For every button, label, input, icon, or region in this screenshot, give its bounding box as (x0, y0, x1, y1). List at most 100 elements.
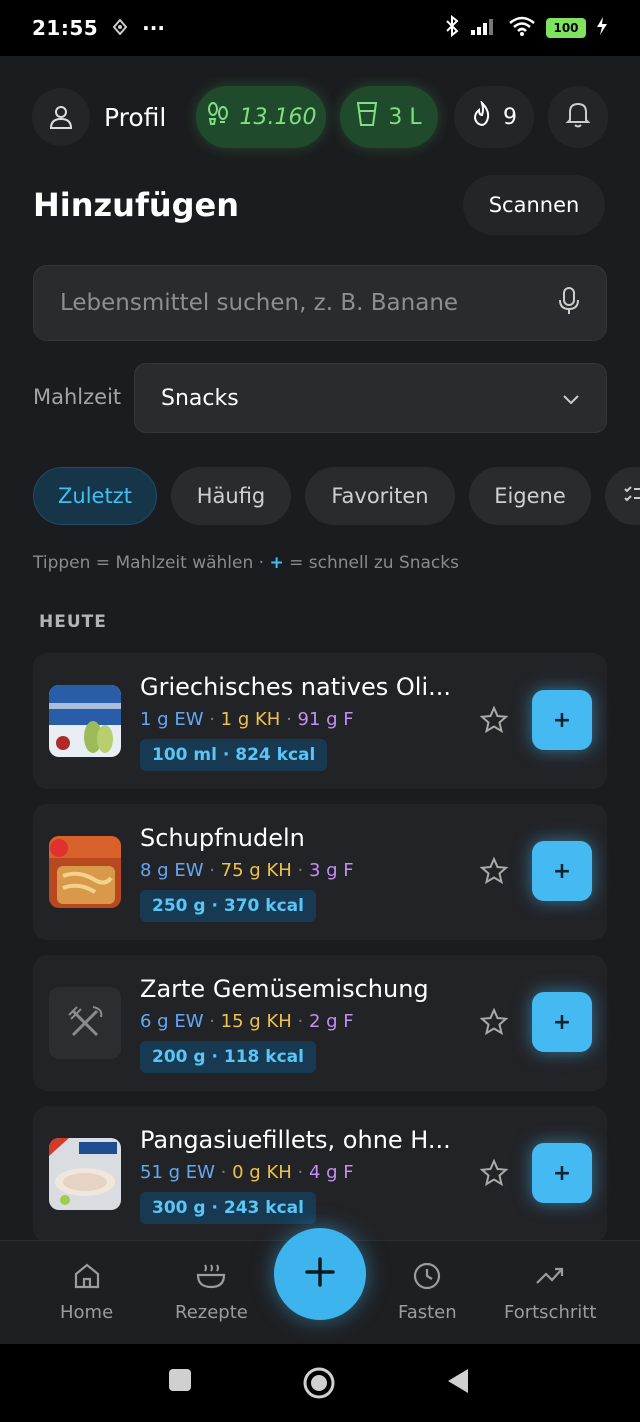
food-card[interactable]: Griechisches natives Oli... 1 g EW · 1 g… (33, 653, 607, 789)
food-thumbnail-noodles (49, 836, 121, 908)
separator: · (291, 860, 309, 881)
hint-plus: + (269, 553, 284, 573)
profile-button[interactable]: Profil (32, 86, 166, 148)
page-title: Hinzufügen (33, 186, 240, 224)
nav-progress[interactable]: Fortschritt (504, 1261, 596, 1323)
hint-text-2: = schnell zu Snacks (283, 553, 459, 573)
nav-progress-label: Fortschritt (504, 1302, 597, 1323)
nav-home[interactable]: Home (60, 1261, 113, 1323)
tab-favoriten[interactable]: Favoriten (305, 467, 455, 525)
food-name: Pangasiuefillets, ohne H... (140, 1126, 451, 1154)
separator: · (291, 1011, 309, 1032)
glass-icon (356, 101, 378, 133)
tab-zuletzt[interactable]: Zuletzt (33, 467, 157, 525)
water-value: 3 L (388, 104, 422, 130)
flame-icon (471, 99, 493, 133)
status-time: 21:55 (32, 16, 99, 40)
portion-badge: 100 ml · 824 kcal (140, 739, 328, 771)
portion-badge: 250 g · 370 kcal (140, 890, 316, 922)
status-bar: 21:55 ··· 100 (0, 0, 640, 56)
food-card[interactable]: Pangasiuefillets, ohne H... 51 g EW · 0 … (33, 1106, 607, 1242)
carbs-value: 0 g KH (232, 1162, 292, 1183)
add-fab-button[interactable] (274, 1228, 366, 1320)
back-icon[interactable] (446, 1368, 470, 1398)
food-thumbnail-placeholder (49, 987, 121, 1059)
separator: · (291, 1162, 309, 1183)
tab-more[interactable] (605, 467, 640, 525)
scan-button[interactable]: Scannen (463, 175, 605, 235)
battery-icon: 100 (546, 18, 586, 38)
checklist-icon (623, 484, 640, 509)
food-macros: 51 g EW · 0 g KH · 4 g F (140, 1162, 354, 1183)
meal-label: Mahlzeit (33, 385, 122, 409)
separator: · (280, 709, 298, 730)
star-icon[interactable] (479, 1007, 509, 1037)
carbs-value: 15 g KH (220, 1011, 292, 1032)
microphone-icon[interactable] (558, 286, 580, 320)
food-name: Griechisches natives Oli... (140, 673, 451, 701)
star-icon[interactable] (479, 1158, 509, 1188)
steps-badge[interactable]: 13.160 (196, 86, 326, 148)
fat-value: 91 g F (297, 709, 354, 730)
portion-badge: 300 g · 243 kcal (140, 1192, 316, 1224)
recents-icon[interactable] (168, 1368, 192, 1396)
carbs-value: 75 g KH (220, 860, 292, 881)
fat-value: 4 g F (308, 1162, 354, 1183)
food-macros: 1 g EW · 1 g KH · 91 g F (140, 709, 354, 730)
profile-label: Profil (104, 102, 167, 132)
water-badge[interactable]: 3 L (340, 86, 438, 148)
location-icon (112, 16, 128, 40)
food-thumbnail-olive-oil (49, 685, 121, 757)
streak-badge[interactable]: 9 (454, 86, 534, 148)
quick-add-button[interactable]: + (532, 1143, 592, 1203)
separator: · (203, 860, 221, 881)
tab-eigene[interactable]: Eigene (469, 467, 591, 525)
notifications-button[interactable] (548, 86, 608, 148)
protein-value: 8 g EW (140, 860, 204, 881)
cooking-pot-icon (195, 1261, 227, 1296)
star-icon[interactable] (479, 856, 509, 886)
nav-recipes-label: Rezepte (175, 1302, 248, 1323)
separator: · (203, 1011, 221, 1032)
search-input[interactable] (60, 290, 558, 316)
food-card[interactable]: Schupfnudeln 8 g EW · 75 g KH · 3 g F 25… (33, 804, 607, 940)
clock-icon (412, 1261, 442, 1296)
home-system-icon[interactable] (302, 1366, 336, 1404)
user-icon (32, 88, 90, 146)
plus-icon (303, 1255, 337, 1293)
quick-add-button[interactable]: + (532, 690, 592, 750)
filter-tabs: Zuletzt Häufig Favoriten Eigene (33, 467, 640, 525)
food-macros: 8 g EW · 75 g KH · 3 g F (140, 860, 354, 881)
more-notifications-icon: ··· (142, 16, 165, 40)
star-icon[interactable] (479, 705, 509, 735)
home-icon (72, 1261, 102, 1296)
search-box (33, 265, 607, 341)
food-card[interactable]: Zarte Gemüsemischung 6 g EW · 15 g KH · … (33, 955, 607, 1091)
bluetooth-icon (444, 14, 460, 43)
nav-fasting[interactable]: Fasten (398, 1261, 457, 1323)
separator: · (203, 709, 221, 730)
nav-recipes[interactable]: Rezepte (175, 1261, 248, 1323)
usage-hint: Tippen = Mahlzeit wählen · + = schnell z… (33, 553, 459, 573)
meal-selected-value: Snacks (161, 385, 239, 411)
wifi-icon (508, 15, 536, 42)
hint-text-1: Tippen = Mahlzeit wählen · (33, 553, 270, 573)
quick-add-button[interactable]: + (532, 992, 592, 1052)
tab-haeufig[interactable]: Häufig (171, 467, 291, 525)
meal-select[interactable]: Snacks (134, 363, 607, 433)
system-navigation-bar (0, 1344, 640, 1422)
trending-up-icon (534, 1261, 566, 1296)
food-thumbnail-fish (49, 1138, 121, 1210)
carbs-value: 1 g KH (220, 709, 281, 730)
nav-fasting-label: Fasten (398, 1302, 457, 1323)
bell-icon (565, 100, 591, 134)
food-macros: 6 g EW · 15 g KH · 2 g F (140, 1011, 354, 1032)
quick-add-button[interactable]: + (532, 841, 592, 901)
cutlery-icon (49, 1006, 121, 1059)
food-name: Zarte Gemüsemischung (140, 975, 429, 1003)
section-title: HEUTE (39, 612, 107, 632)
chevron-down-icon (562, 386, 580, 411)
streak-value: 9 (503, 104, 517, 130)
footprints-icon (206, 101, 230, 133)
food-name: Schupfnudeln (140, 824, 305, 852)
